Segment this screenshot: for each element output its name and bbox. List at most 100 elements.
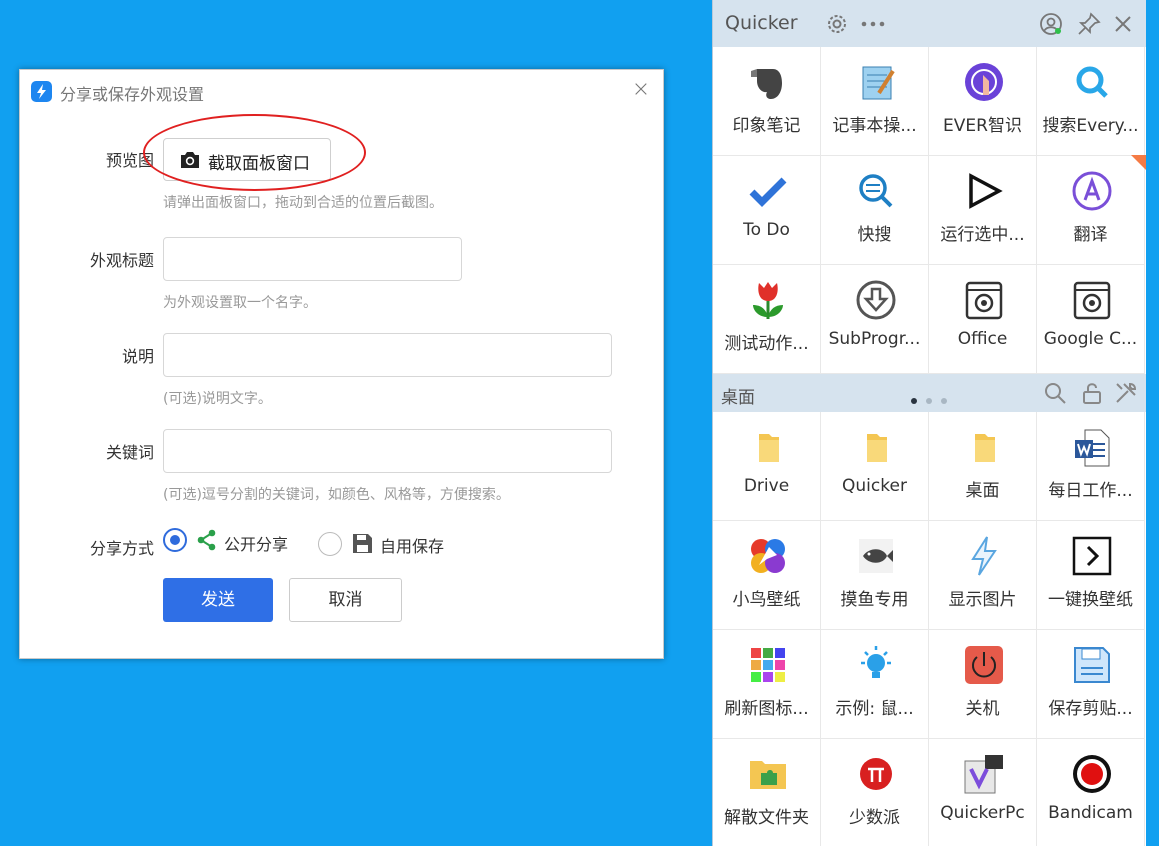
action-google-chrome[interactable]: Google C... [1037, 265, 1145, 374]
desktop-section-bar: 桌面 [713, 374, 1146, 412]
page-dot[interactable] [941, 398, 947, 404]
ever-icon [963, 61, 1005, 103]
quick-search-icon [855, 170, 897, 212]
action-label: 一键换壁纸 [1048, 590, 1133, 610]
share-icon [196, 529, 218, 555]
action-fish[interactable]: 摸鱼专用 [821, 521, 929, 630]
action-notepad[interactable]: 记事本操... [821, 47, 929, 156]
share-public-radio[interactable] [163, 528, 187, 552]
action-subprogram[interactable]: SubProgr... [821, 265, 929, 374]
action-label: 少数派 [849, 808, 900, 828]
icon-grid-icon [747, 644, 789, 686]
more-icon[interactable] [860, 12, 885, 36]
keywords-hint: (可选)逗号分割的关键词，如颜色、风格等，方便搜索。 [163, 487, 510, 503]
annotation-circle [143, 114, 366, 191]
description-input[interactable] [163, 333, 612, 377]
action-label: Quicker [842, 476, 907, 496]
google-box-icon [1071, 279, 1113, 321]
action-office[interactable]: Office [929, 265, 1037, 374]
action-label: 快搜 [857, 225, 892, 245]
appearance-title-input[interactable] [163, 237, 462, 281]
action-bird-wallpaper[interactable]: 小鸟壁纸 [713, 521, 821, 630]
action-quickerpc[interactable]: QuickerPc [929, 739, 1037, 846]
preview-hint: 请弹出面板窗口，拖动到合适的位置后截图。 [163, 195, 443, 211]
bird-icon [747, 535, 789, 577]
action-everything[interactable]: 搜索Every... [1037, 47, 1145, 156]
action-example-mouse[interactable]: 示例: 鼠... [821, 630, 929, 739]
cancel-button[interactable]: 取消 [289, 578, 402, 622]
folder-icon [747, 426, 789, 468]
puzzle-folder-icon [747, 753, 789, 795]
record-icon [1071, 753, 1113, 795]
action-change-wallpaper[interactable]: 一键换壁纸 [1037, 521, 1145, 630]
action-run-selected[interactable]: 运行选中... [929, 156, 1037, 265]
action-ever[interactable]: EVER智识 [929, 47, 1037, 156]
action-show-image[interactable]: 显示图片 [929, 521, 1037, 630]
action-translate[interactable]: 翻译 [1037, 156, 1145, 265]
action-quicker-folder[interactable]: Quicker [821, 412, 929, 521]
fish-icon [855, 535, 897, 577]
title-hint: 为外观设置取一个名字。 [163, 295, 317, 311]
save-private-radio[interactable] [318, 532, 342, 556]
action-label: Google C... [1043, 329, 1138, 349]
save-private-label: 自用保存 [380, 537, 445, 556]
action-label: 搜索Every... [1042, 116, 1139, 136]
pi-icon [855, 753, 897, 795]
action-todo[interactable]: To Do [713, 156, 821, 265]
action-shutdown[interactable]: 关机 [929, 630, 1037, 739]
send-button[interactable]: 发送 [163, 578, 273, 622]
action-label: 印象笔记 [732, 116, 801, 136]
action-label: QuickerPc [940, 803, 1025, 823]
action-label: 关机 [965, 699, 1000, 719]
gear-icon[interactable] [825, 12, 849, 36]
desktop-action-grid: Drive Quicker 桌面 每日工作... 小鸟壁纸 摸鱼专用 显示图片 [713, 412, 1146, 846]
action-evernote[interactable]: 印象笔记 [713, 47, 821, 156]
lock-icon[interactable] [1081, 381, 1103, 409]
action-refresh-icons[interactable]: 刷新图标... [713, 630, 821, 739]
action-dissolve-folder[interactable]: 解散文件夹 [713, 739, 821, 846]
action-label: 示例: 鼠... [835, 699, 914, 719]
folder-icon [963, 426, 1005, 468]
action-label: Drive [743, 476, 790, 496]
section-title: 桌面 [721, 388, 755, 408]
dialog-titlebar[interactable]: 分享或保存外观设置 × [20, 70, 663, 112]
close-icon[interactable]: × [631, 79, 651, 101]
action-bandicam[interactable]: Bandicam [1037, 739, 1145, 846]
tulip-icon [747, 279, 789, 321]
action-label: 解散文件夹 [724, 808, 809, 828]
user-icon[interactable] [1039, 12, 1063, 36]
action-quick-search[interactable]: 快搜 [821, 156, 929, 265]
action-test[interactable]: 测试动作... [713, 265, 821, 374]
action-label: 小鸟壁纸 [732, 590, 801, 610]
action-save-clipboard[interactable]: 保存剪贴... [1037, 630, 1145, 739]
action-daily-work[interactable]: 每日工作... [1037, 412, 1145, 521]
notepad-icon [855, 61, 897, 103]
quicker-logo-icon [31, 81, 52, 102]
action-label: SubProgr... [828, 329, 921, 349]
action-label: 显示图片 [948, 590, 1017, 610]
pin-icon[interactable] [1077, 12, 1101, 36]
chevron-right-box-icon [1071, 535, 1113, 577]
vs-icon [963, 753, 1005, 795]
share-mode-label: 分享方式 [89, 539, 154, 558]
quicker-panel: Quicker 印象笔记 记事本操... EVER智识 搜索Every... T… [712, 0, 1146, 846]
everything-search-icon [1071, 61, 1113, 103]
translate-icon [1071, 170, 1113, 212]
action-sspai[interactable]: 少数派 [821, 739, 929, 846]
search-icon[interactable] [1043, 381, 1067, 409]
page-dot[interactable] [911, 398, 917, 404]
panel-header[interactable]: Quicker [713, 0, 1146, 47]
todo-check-icon [747, 170, 789, 212]
action-drive[interactable]: Drive [713, 412, 821, 521]
tools-icon[interactable] [1114, 381, 1138, 409]
lightning-icon [963, 535, 1005, 577]
description-hint: (可选)说明文字。 [163, 391, 272, 407]
keywords-input[interactable] [163, 429, 612, 473]
page-dot[interactable] [926, 398, 932, 404]
action-label: To Do [743, 220, 790, 240]
panel-title: Quicker [725, 12, 798, 34]
action-label: Bandicam [1048, 803, 1133, 823]
close-icon[interactable] [1113, 12, 1137, 36]
action-label: 翻译 [1073, 225, 1108, 245]
action-desktop-folder[interactable]: 桌面 [929, 412, 1037, 521]
